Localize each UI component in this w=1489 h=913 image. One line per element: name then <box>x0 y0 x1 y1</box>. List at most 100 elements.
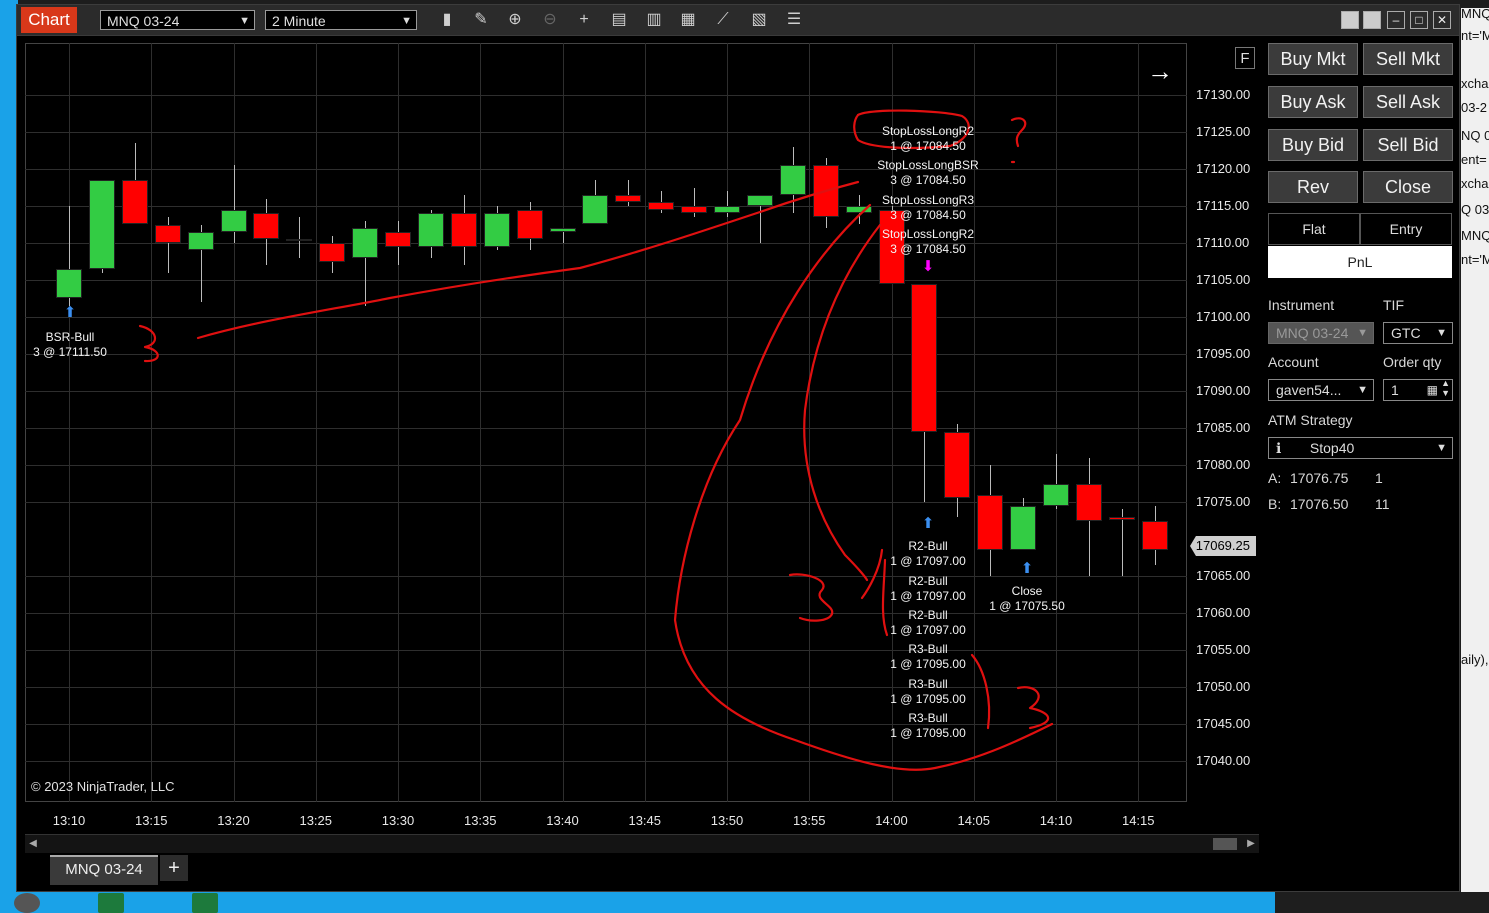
execution-label: BSR-Bull <box>45 330 95 344</box>
vertical-gridline <box>69 43 70 802</box>
data-box-icon[interactable]: ▤ <box>608 10 630 30</box>
sell-market-button[interactable]: Sell Mkt <box>1363 43 1453 75</box>
scrollbar-thumb[interactable] <box>1213 838 1237 850</box>
chevron-down-icon: ▼ <box>1357 327 1368 339</box>
buy-market-button[interactable]: Buy Mkt <box>1268 43 1358 75</box>
bear-candle <box>648 202 675 210</box>
scroll-left-icon[interactable]: ◀ <box>25 835 41 853</box>
price-tick-label: 17060.00 <box>1196 605 1251 620</box>
horizontal-gridline <box>25 576 1187 577</box>
spinner-icon[interactable]: ▲ ▼ <box>1441 378 1450 398</box>
horizontal-gridline <box>25 761 1187 762</box>
maximize-icon[interactable]: □ <box>1410 11 1428 29</box>
add-tab-button[interactable]: + <box>160 855 188 881</box>
chevron-down-icon: ▼ <box>401 15 412 27</box>
execution-label: R3-Bull <box>908 642 948 656</box>
position-flat-tab[interactable]: Flat <box>1268 213 1360 245</box>
chart-plot-area[interactable] <box>25 43 1187 802</box>
execution-label: 3 @ 17084.50 <box>890 173 966 187</box>
order-qty-stepper[interactable]: 1 ▦ ▲ ▼ <box>1383 378 1453 401</box>
tif-select[interactable]: GTC ▼ <box>1383 322 1453 344</box>
price-tick-label: 17065.00 <box>1196 568 1251 583</box>
sell-ask-button[interactable]: Sell Ask <box>1363 86 1453 118</box>
price-tick-label: 17105.00 <box>1196 272 1251 287</box>
bar-type-icon[interactable]: ▮ <box>436 10 458 30</box>
horizontal-gridline <box>25 132 1187 133</box>
price-tick-label: 17045.00 <box>1196 716 1251 731</box>
scroll-right-icon[interactable]: ▶ <box>1243 835 1259 853</box>
taskbar <box>0 892 1489 913</box>
interval-selector[interactable]: 2 Minute ▼ <box>265 10 417 30</box>
vertical-gridline <box>809 43 811 802</box>
order-qty-value: 1 <box>1391 382 1399 398</box>
horizontal-gridline <box>25 724 1187 725</box>
crosshair-icon[interactable]: + <box>573 10 595 30</box>
background-text-fragment: MNQ 03- <box>1461 6 1489 21</box>
zoom-out-icon[interactable]: ⊖ <box>539 10 561 30</box>
price-tick-label: 17130.00 <box>1196 87 1251 102</box>
vertical-gridline <box>315 43 317 802</box>
instrument-tab[interactable]: MNQ 03-24 <box>50 855 158 885</box>
buy-bid-button[interactable]: Buy Bid <box>1268 129 1358 161</box>
vertical-gridline <box>562 43 564 802</box>
time-tick-label: 14:00 <box>875 813 908 828</box>
minimize-icon[interactable]: – <box>1387 11 1405 29</box>
sell-bid-button[interactable]: Sell Bid <box>1363 129 1453 161</box>
bear-candle <box>253 213 280 240</box>
time-tick-label: 13:30 <box>381 813 415 828</box>
account-select[interactable]: gaven54... ▼ <box>1268 379 1374 401</box>
time-tick-label: 13:55 <box>792 813 826 828</box>
taskbar-app-icon[interactable] <box>14 893 40 913</box>
excel-taskbar-icon[interactable] <box>98 893 124 913</box>
bear-candle <box>911 283 938 432</box>
chevron-down-icon: ▼ <box>1436 327 1447 339</box>
instrument-field: MNQ 03-24 ▼ <box>1268 322 1374 344</box>
close-position-button[interactable]: Close <box>1363 171 1453 203</box>
group-button-icon[interactable] <box>1363 11 1381 29</box>
bear-candle <box>450 213 477 247</box>
bull-candle <box>714 206 740 214</box>
strategies-icon[interactable]: ▦ <box>677 10 699 30</box>
pencil-icon[interactable]: ✎ <box>470 10 492 30</box>
chevron-down-icon: ▼ <box>239 15 250 27</box>
price-tick-label: 17100.00 <box>1196 309 1251 324</box>
buy-arrow-icon: ⬆ <box>1020 560 1034 577</box>
indicators-icon[interactable]: ▥ <box>643 10 665 30</box>
background-text-fragment: ent= <box>1461 152 1487 167</box>
bull-candle <box>746 194 773 206</box>
execution-label: StopLossLongR3 <box>881 193 975 207</box>
bear-candle <box>154 224 181 243</box>
vertical-gridline <box>644 43 646 802</box>
bear-candle <box>615 194 642 203</box>
price-tick-label: 17120.00 <box>1196 161 1251 176</box>
bull-candle <box>286 239 313 242</box>
f-button[interactable]: F <box>1235 47 1255 69</box>
drawing-tools-icon[interactable]: ⟋ <box>712 10 734 30</box>
chart-title-tab[interactable]: Chart <box>21 7 77 33</box>
buy-ask-button[interactable]: Buy Ask <box>1268 86 1358 118</box>
zoom-in-icon[interactable]: ⊕ <box>504 10 526 30</box>
calculator-icon[interactable]: ▦ <box>1427 380 1438 400</box>
excel-taskbar-icon-2[interactable] <box>192 893 218 913</box>
horizontal-scrollbar[interactable]: ◀ ▶ <box>25 834 1259 853</box>
atm-strategy-select[interactable]: ℹ Stop40 ▼ <box>1268 437 1453 459</box>
execution-label: 3 @ 17084.50 <box>890 208 966 222</box>
horizontal-gridline <box>25 650 1187 651</box>
reverse-button[interactable]: Rev <box>1268 171 1358 203</box>
instrument-selector[interactable]: MNQ 03-24 ▼ <box>100 10 255 30</box>
horizontal-gridline <box>25 354 1187 355</box>
link-button-icon[interactable] <box>1341 11 1359 29</box>
close-icon[interactable]: ✕ <box>1433 11 1451 29</box>
properties-icon[interactable]: ☰ <box>783 10 805 30</box>
background-text-fragment: NQ 0 <box>1461 128 1489 143</box>
position-entry-tab[interactable]: Entry <box>1360 213 1452 245</box>
bull-candle <box>582 194 609 225</box>
time-tick-label: 13:35 <box>463 813 497 828</box>
screen: Chart MNQ 03-24 ▼ 2 Minute ▼ ▮ ✎ ⊕ ⊖ + ▤… <box>0 0 1489 913</box>
scroll-right-arrow-icon[interactable]: → <box>1147 56 1173 87</box>
price-tick-label: 17040.00 <box>1196 753 1251 768</box>
time-tick-label: 13:15 <box>134 813 168 828</box>
instrument-selector-value: MNQ 03-24 <box>107 13 180 29</box>
templates-icon[interactable]: ▧ <box>748 10 770 30</box>
info-icon[interactable]: ℹ <box>1276 438 1306 458</box>
